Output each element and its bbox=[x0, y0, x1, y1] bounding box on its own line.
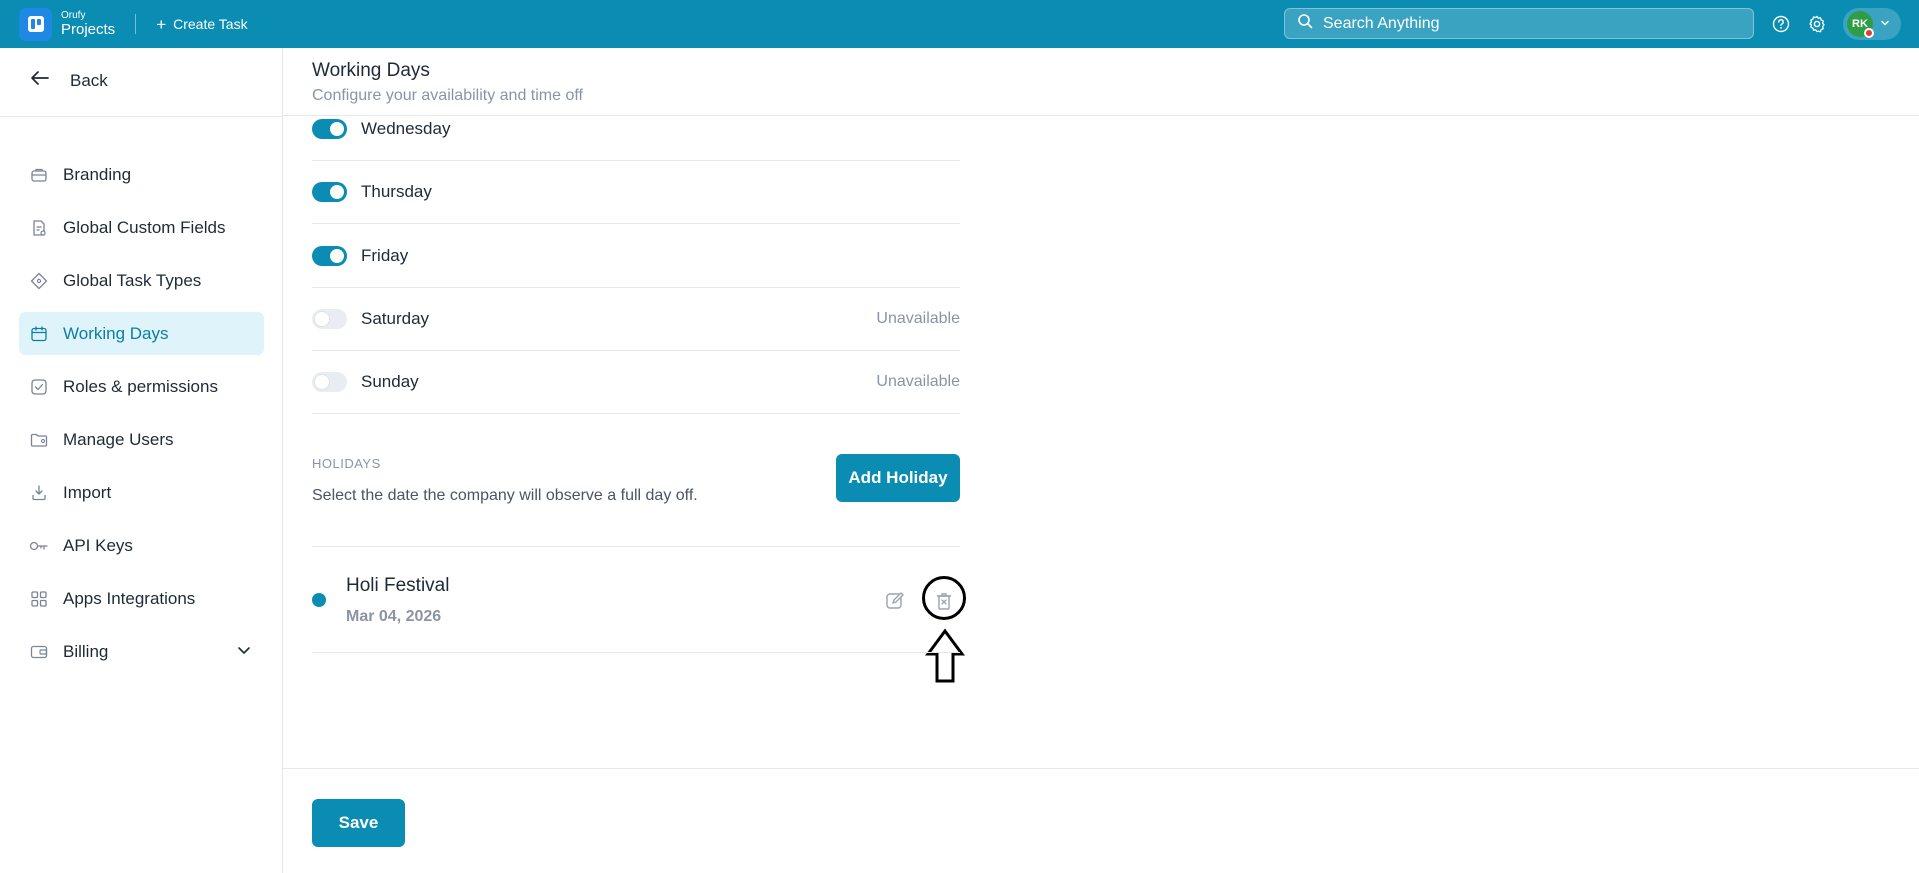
holiday-list-divider bbox=[312, 546, 960, 547]
sidebar-item-working-days[interactable]: Working Days bbox=[19, 312, 264, 355]
sidebar-item-label: Manage Users bbox=[63, 429, 174, 449]
page-title: Working Days bbox=[312, 60, 430, 81]
day-row-wednesday: Wednesday bbox=[312, 98, 960, 161]
top-bar: Orufy Projects + Create Task RK bbox=[0, 0, 1919, 48]
sidebar-item-label: Working Days bbox=[63, 323, 169, 343]
save-button[interactable]: Save bbox=[312, 799, 405, 847]
chevron-down-icon bbox=[1880, 15, 1890, 33]
day-toggle[interactable] bbox=[312, 182, 347, 202]
sidebar-item-label: Import bbox=[63, 482, 112, 502]
sidebar-item-import[interactable]: Import bbox=[19, 471, 264, 514]
search-input[interactable] bbox=[1323, 14, 1723, 33]
grid-icon bbox=[29, 589, 49, 609]
add-holiday-button[interactable]: Add Holiday bbox=[836, 454, 960, 502]
status-dot bbox=[1864, 28, 1874, 38]
day-toggle[interactable] bbox=[312, 372, 347, 392]
sidebar-item-api-keys[interactable]: API Keys bbox=[19, 524, 264, 567]
key-icon bbox=[29, 536, 49, 556]
day-status: Unavailable bbox=[876, 310, 960, 327]
up-arrow-annotation bbox=[924, 628, 966, 689]
day-toggle[interactable] bbox=[312, 246, 347, 266]
sidebar-item-label: Global Custom Fields bbox=[63, 217, 226, 237]
brand[interactable]: Orufy Projects bbox=[19, 7, 116, 41]
help-icon[interactable] bbox=[1771, 14, 1791, 34]
sidebar-item-global-custom-fields[interactable]: Global Custom Fields bbox=[19, 206, 264, 249]
sidebar-divider bbox=[0, 116, 283, 117]
calendar-icon bbox=[29, 324, 49, 344]
search-box[interactable] bbox=[1284, 8, 1754, 39]
arrow-left-icon bbox=[30, 70, 50, 91]
edit-icon[interactable] bbox=[884, 590, 906, 612]
day-toggle[interactable] bbox=[312, 309, 347, 329]
sidebar: Back Branding Global Custom Fields Globa… bbox=[0, 48, 283, 873]
chevron-down-icon[interactable] bbox=[236, 642, 252, 663]
brand-name: Orufy Projects bbox=[61, 10, 116, 38]
briefcase-icon bbox=[29, 165, 49, 185]
day-name: Sunday bbox=[361, 372, 419, 391]
checkbox-icon bbox=[29, 377, 49, 397]
day-name: Friday bbox=[361, 246, 409, 265]
sidebar-item-billing[interactable]: Billing bbox=[19, 630, 264, 673]
sidebar-item-manage-users[interactable]: Manage Users bbox=[19, 418, 264, 461]
day-name: Saturday bbox=[361, 309, 430, 328]
diamond-icon bbox=[29, 271, 49, 291]
holidays-description: Select the date the company will observe… bbox=[312, 487, 698, 504]
brand-small: Orufy bbox=[61, 10, 86, 21]
settings-gear-icon[interactable] bbox=[1807, 14, 1827, 34]
day-row-friday: Friday bbox=[312, 225, 960, 288]
day-row-thursday: Thursday bbox=[312, 161, 960, 224]
wallet-icon bbox=[29, 642, 49, 662]
create-task-label: Create Task bbox=[173, 16, 248, 32]
import-icon bbox=[29, 483, 49, 503]
holiday-row-divider bbox=[312, 652, 960, 653]
sidebar-item-label: Billing bbox=[63, 641, 109, 661]
holidays-section-label: HOLIDAYS bbox=[312, 456, 381, 471]
avatar: RK bbox=[1847, 11, 1874, 38]
highlight-circle-annotation bbox=[922, 576, 966, 620]
sidebar-item-label: Global Task Types bbox=[63, 270, 202, 290]
day-row-saturday: Saturday Unavailable bbox=[312, 288, 960, 351]
user-menu[interactable]: RK bbox=[1843, 8, 1901, 40]
folder-user-icon bbox=[29, 430, 49, 450]
day-status: Unavailable bbox=[876, 373, 960, 390]
sidebar-item-label: Branding bbox=[63, 164, 132, 184]
back-label: Back bbox=[70, 70, 108, 90]
settings-nav: Branding Global Custom Fields Global Tas… bbox=[19, 153, 264, 683]
app-logo-icon bbox=[19, 7, 52, 41]
search-icon bbox=[1297, 13, 1313, 34]
holiday-bullet bbox=[312, 593, 326, 607]
holiday-name: Holi Festival bbox=[346, 575, 450, 596]
sidebar-item-global-task-types[interactable]: Global Task Types bbox=[19, 259, 264, 302]
sidebar-item-label: API Keys bbox=[63, 535, 133, 555]
topbar-divider bbox=[135, 14, 137, 34]
sidebar-item-label: Roles & permissions bbox=[63, 376, 218, 396]
brand-big: Projects bbox=[61, 21, 116, 38]
sidebar-item-apps-integrations[interactable]: Apps Integrations bbox=[19, 577, 264, 620]
day-name: Wednesday bbox=[361, 119, 451, 138]
day-toggle[interactable] bbox=[312, 119, 347, 139]
document-icon bbox=[29, 218, 49, 238]
plus-icon: + bbox=[156, 14, 167, 34]
create-task-button[interactable]: + Create Task bbox=[156, 16, 247, 33]
holiday-date: Mar 04, 2026 bbox=[346, 608, 442, 625]
footer-divider bbox=[283, 768, 1919, 769]
back-button[interactable]: Back bbox=[30, 70, 108, 91]
day-row-sunday: Sunday Unavailable bbox=[312, 351, 960, 414]
sidebar-item-label: Apps Integrations bbox=[63, 588, 196, 608]
sidebar-item-roles-permissions[interactable]: Roles & permissions bbox=[19, 365, 264, 408]
sidebar-item-branding[interactable]: Branding bbox=[19, 153, 264, 196]
day-name: Thursday bbox=[361, 182, 432, 201]
